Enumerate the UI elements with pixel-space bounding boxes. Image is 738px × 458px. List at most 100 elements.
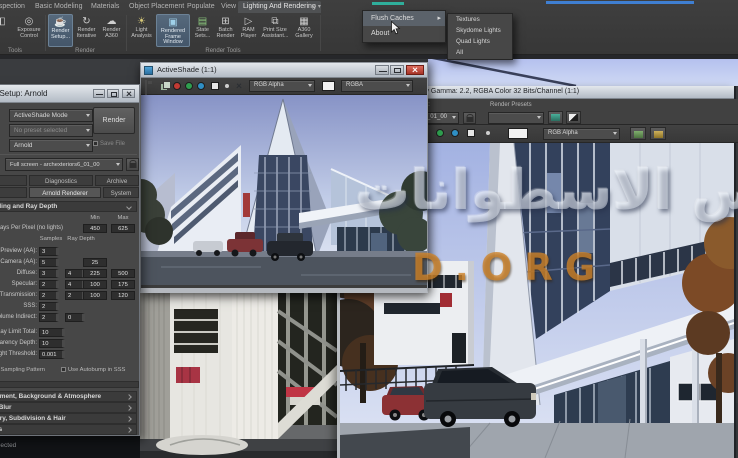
ram-player-button[interactable]: ▷ RAM Player xyxy=(237,14,260,47)
exposure-control-button[interactable]: ◎ Exposure Control xyxy=(14,14,44,47)
submenu-item-skydome-lights[interactable]: Skydome Lights xyxy=(448,25,512,36)
button-label: Render A360 xyxy=(102,27,120,39)
format-value: RGBA xyxy=(346,82,363,88)
ray-depth-spinner[interactable]: 2 xyxy=(65,291,85,300)
value-spinner[interactable]: 0.001 xyxy=(39,350,65,359)
menu-item-flush-caches[interactable]: Flush Caches ▸ xyxy=(363,11,445,26)
ray-depth-spinner[interactable]: 4 xyxy=(65,269,85,278)
clear-button[interactable] xyxy=(234,81,244,91)
clone-frame-button[interactable] xyxy=(630,127,646,140)
tab-lighting-and-rendering[interactable]: Lighting And Rendering xyxy=(238,1,321,13)
tab-system[interactable]: System xyxy=(103,187,139,198)
render-button[interactable]: Render xyxy=(93,107,135,134)
render-iterative-button[interactable]: ↻ Render Iterative xyxy=(74,14,99,47)
value-spinner[interactable]: 10 xyxy=(39,328,65,337)
blue-channel-toggle[interactable] xyxy=(197,82,205,90)
close-button[interactable] xyxy=(406,65,424,75)
a360-gallery-button[interactable]: ▦ A360 Gallery xyxy=(291,14,317,47)
display-gamma-button[interactable] xyxy=(566,111,581,124)
batch-render-button[interactable]: ⊞ Batch Render xyxy=(214,14,237,47)
monochrome-toggle[interactable] xyxy=(225,84,229,88)
samples-spinner[interactable]: 2 xyxy=(39,291,59,300)
alpha-channel-toggle[interactable] xyxy=(211,82,219,90)
button-label: A360 Gallery xyxy=(295,27,312,39)
ray-depth-spinner[interactable]: 0 xyxy=(65,313,85,322)
tab-object-placement[interactable]: Object Placement xyxy=(124,1,189,13)
tab-populate[interactable]: Populate xyxy=(182,1,220,13)
view-lock-button[interactable] xyxy=(126,158,139,171)
chevron-icon xyxy=(126,405,132,411)
autobump-checkbox[interactable]: Use Autobump in SSS xyxy=(61,367,125,373)
sampling-row: Volume Indirect: 2 0 xyxy=(0,313,141,323)
frame-channel-dropdown[interactable]: RGB Alpha xyxy=(543,128,620,140)
ribbon-overflow-icon[interactable]: ▪▪ ▾ xyxy=(312,3,321,10)
view-dropdown[interactable]: Full screen - archexteriors6_01_00 xyxy=(5,158,123,171)
rendered-frame-window-button[interactable]: ▣ Rendered Frame Window xyxy=(156,14,190,47)
green-channel-toggle[interactable] xyxy=(436,129,444,137)
render-setup-button[interactable]: ☕ Render Setup... xyxy=(48,14,73,47)
background-color-swatch[interactable] xyxy=(322,81,335,91)
menu-item-about[interactable]: About xyxy=(363,26,445,41)
samples-spinner[interactable]: 2 xyxy=(39,280,59,289)
tab-stub[interactable] xyxy=(0,187,27,198)
submenu-item-textures[interactable]: Textures xyxy=(448,14,512,25)
close-button[interactable] xyxy=(122,89,135,98)
print-size-assistant-button[interactable]: ⧉ Print Size Assistant... xyxy=(260,14,290,47)
background-color-swatch[interactable] xyxy=(508,128,528,139)
target-mode-dropdown[interactable]: ActiveShade Mode xyxy=(9,109,93,122)
viewport-model-image[interactable] xyxy=(140,293,337,458)
maximize-button[interactable] xyxy=(390,65,404,75)
submenu-item-all[interactable]: All xyxy=(448,47,512,58)
state-sets-button[interactable]: ▤ State Sets... xyxy=(191,14,214,47)
activeshade-format-dropdown[interactable]: RGBA xyxy=(341,80,413,92)
renderer-dropdown[interactable]: Arnold xyxy=(9,139,93,152)
samples-spinner[interactable]: 2 xyxy=(39,313,59,322)
tab-stub[interactable] xyxy=(0,175,27,186)
samples-spinner[interactable]: 3 xyxy=(39,269,59,278)
tab-materials[interactable]: Materials xyxy=(86,1,124,13)
rollout-sampling[interactable]: Sampling and Ray Depth xyxy=(0,201,137,212)
environment-preview-button[interactable] xyxy=(548,111,563,124)
minimize-button[interactable] xyxy=(375,65,389,75)
rollup-bar[interactable] xyxy=(0,381,139,388)
value-spinner[interactable]: 10 xyxy=(39,339,65,348)
submenu-item-quad-lights[interactable]: Quad Lights xyxy=(448,36,512,47)
rollout-motion-blur[interactable]: Motion Blur xyxy=(0,402,137,413)
samples-spinner[interactable]: 5 xyxy=(39,258,59,267)
alpha-channel-toggle[interactable] xyxy=(467,129,475,137)
lock-sampling-pattern-checkbox[interactable]: Lock Sampling Pattern xyxy=(0,367,45,373)
red-channel-toggle[interactable] xyxy=(173,82,181,90)
rollout-environment[interactable]: Environment, Background & Atmosphere xyxy=(0,391,137,402)
tab-diagnostics[interactable]: Diagnostics xyxy=(29,175,93,186)
viewport-lock-button[interactable] xyxy=(463,112,476,124)
save-frame-button[interactable] xyxy=(650,127,666,140)
activeshade-titlebar[interactable]: ActiveShade (1:1) xyxy=(141,63,427,78)
max-header: Max xyxy=(111,215,135,221)
activeshade-image[interactable] xyxy=(141,95,427,285)
light-analysis-button[interactable]: ☀ Light Analysis xyxy=(128,14,155,47)
render-a360-button[interactable]: ☁ Render A360 xyxy=(99,14,124,47)
monochrome-toggle[interactable] xyxy=(486,131,490,135)
render-setup-titlebar[interactable]: Render Setup: Arnold xyxy=(0,85,139,103)
activeshade-channel-dropdown[interactable]: RGB Alpha xyxy=(249,80,315,92)
tab-basic-modeling[interactable]: Basic Modeling xyxy=(30,1,87,13)
rollout-textures[interactable]: Textures xyxy=(0,424,137,435)
samples-spinner[interactable]: 2 xyxy=(39,302,59,311)
rollout-geometry[interactable]: Geometry, Subdivision & Hair xyxy=(0,413,137,424)
lock-sampling-label: Lock Sampling Pattern xyxy=(0,367,45,373)
tab-archive[interactable]: Archive xyxy=(95,175,139,186)
group-divider xyxy=(320,15,321,51)
save-file-checkbox[interactable]: Save File xyxy=(93,141,125,147)
preset-dropdown[interactable]: No preset selected xyxy=(9,124,93,137)
tab-inspection[interactable]: Inspection xyxy=(0,1,30,13)
render-presets-label: Render Presets xyxy=(490,102,532,108)
samples-spinner[interactable]: 3 xyxy=(39,247,59,256)
blue-channel-toggle[interactable] xyxy=(451,129,459,137)
green-channel-toggle[interactable] xyxy=(185,82,193,90)
partial-button[interactable]: ◧ xyxy=(0,14,10,47)
ray-depth-spinner[interactable]: 4 xyxy=(65,280,85,289)
maximize-button[interactable] xyxy=(107,89,119,98)
tab-arnold-renderer[interactable]: Arnold Renderer xyxy=(29,187,101,198)
render-presets-dropdown[interactable] xyxy=(488,112,544,124)
minimize-button[interactable] xyxy=(93,89,105,98)
